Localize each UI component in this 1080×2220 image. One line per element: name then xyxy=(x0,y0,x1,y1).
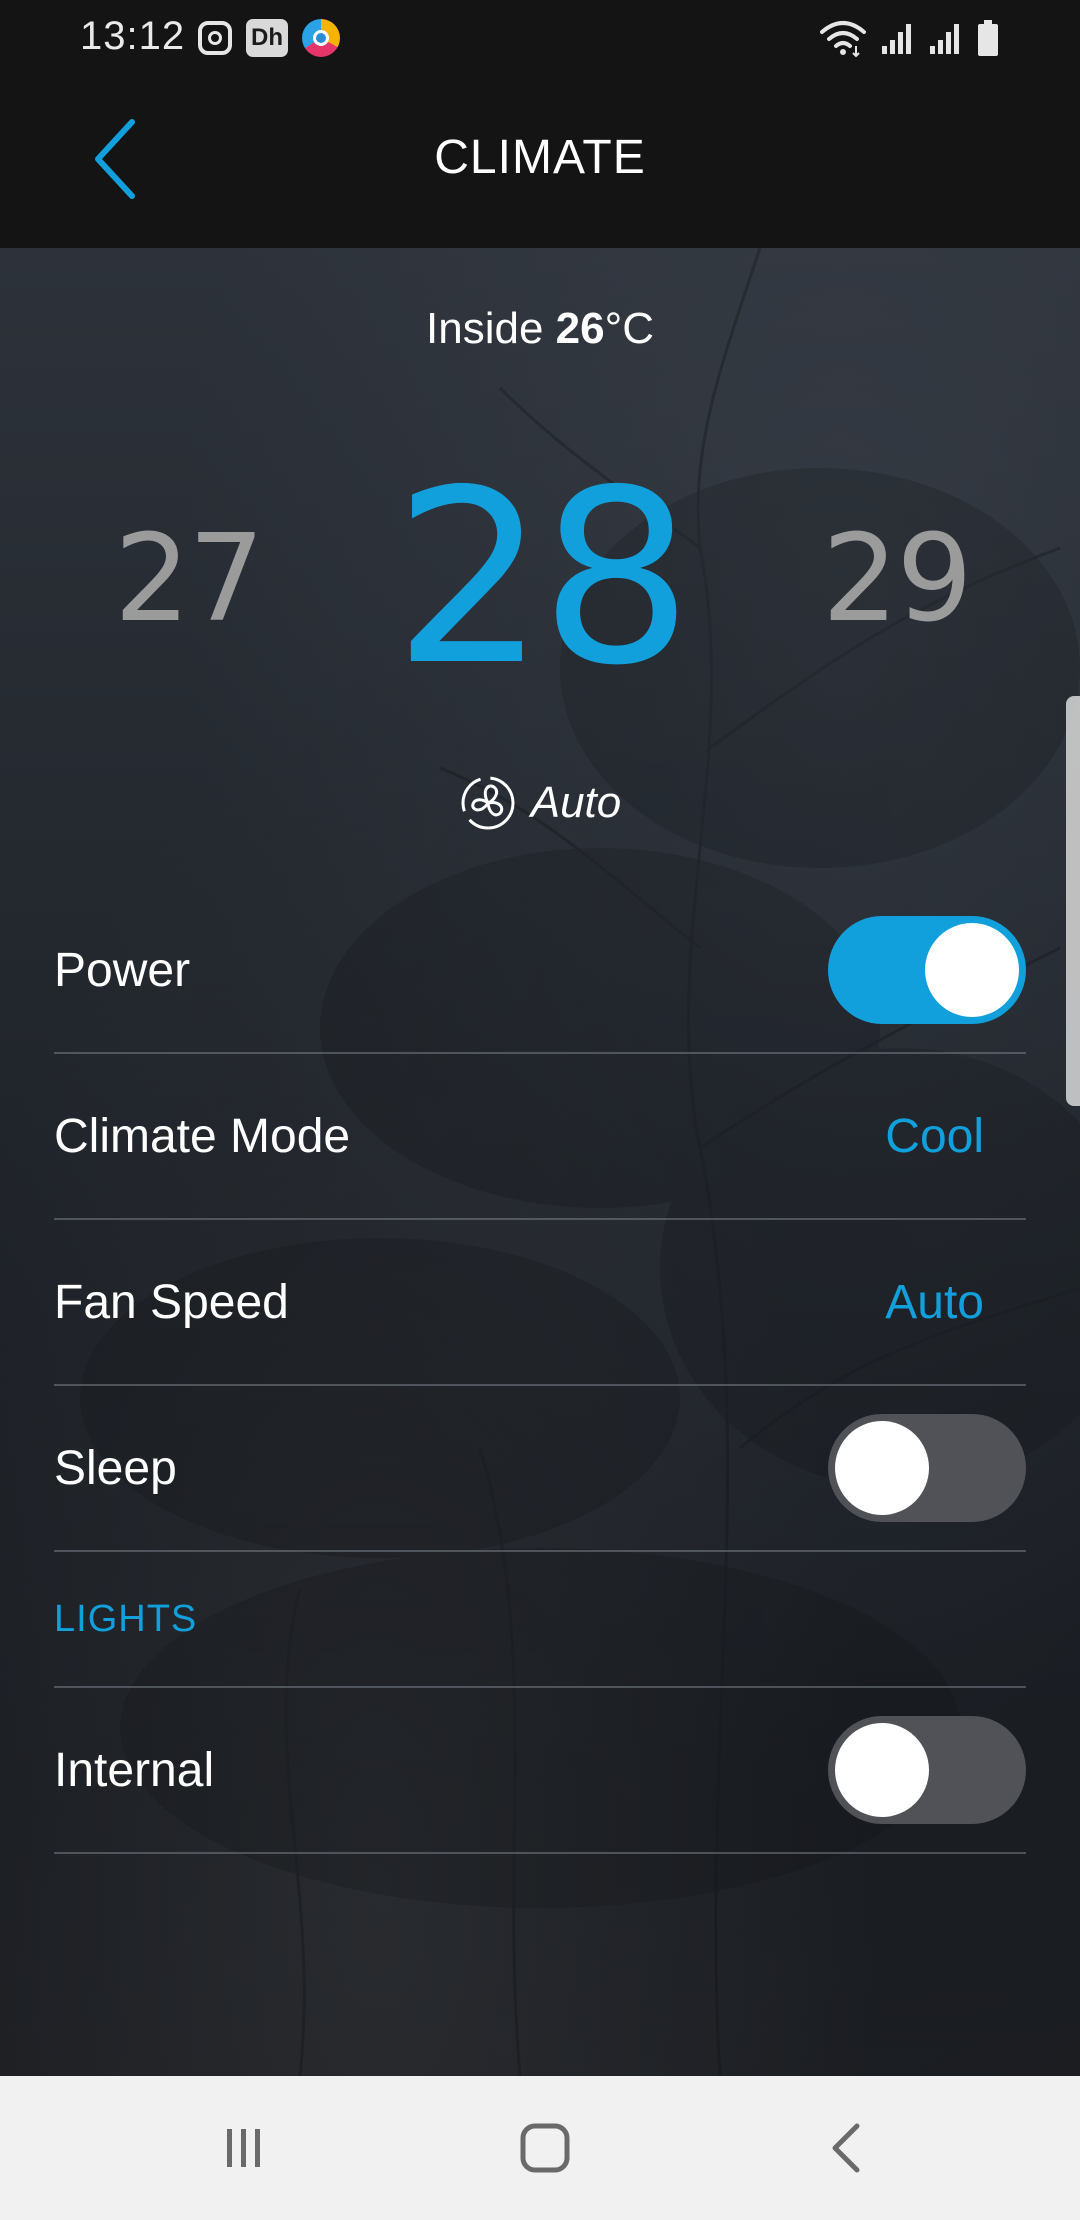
screen: 13:12 Dh CLIMATE Inside 26°C 27 28 29 Au… xyxy=(0,0,1080,2220)
wifi-icon xyxy=(820,21,866,58)
climate-mode-label: Climate Mode xyxy=(54,1109,351,1163)
toggle-knob xyxy=(835,1421,929,1515)
fan-speed-value[interactable]: Auto xyxy=(885,1275,984,1330)
system-nav-bar xyxy=(0,2076,1080,2220)
sleep-row: Sleep xyxy=(54,1386,1026,1552)
power-toggle[interactable] xyxy=(828,916,1026,1024)
internal-light-row: Internal xyxy=(54,1688,1026,1854)
instagram-icon xyxy=(198,21,232,55)
cell-signal-icon xyxy=(930,24,959,54)
battery-icon xyxy=(978,20,998,56)
dh-app-icon: Dh xyxy=(246,19,288,57)
internal-light-toggle[interactable] xyxy=(828,1716,1026,1824)
settings-list: Power Climate Mode Cool Fan Speed Auto S… xyxy=(54,888,1026,1854)
inside-label: Inside xyxy=(426,304,544,353)
sleep-toggle[interactable] xyxy=(828,1414,1026,1522)
lights-section-header: LIGHTS xyxy=(54,1552,1026,1688)
toggle-knob xyxy=(835,1723,929,1817)
sleep-label: Sleep xyxy=(54,1441,177,1495)
fan-speed-row[interactable]: Fan Speed Auto xyxy=(54,1220,1026,1386)
back-icon xyxy=(832,2123,860,2173)
notification-icons: Dh xyxy=(198,16,340,60)
climate-mode-row[interactable]: Climate Mode Cool xyxy=(54,1054,1026,1220)
fan-status-label: Auto xyxy=(530,778,622,827)
inside-value: 26 xyxy=(555,304,605,353)
recents-button[interactable] xyxy=(184,2106,304,2190)
temp-option-higher[interactable]: 29 xyxy=(822,510,973,649)
inside-unit: °C xyxy=(604,304,654,353)
browser-app-icon xyxy=(302,19,340,57)
app-header: CLIMATE xyxy=(0,76,1080,248)
climate-panel: Inside 26°C 27 28 29 Auto Power Climate … xyxy=(0,248,1080,2076)
status-bar: 13:12 Dh xyxy=(0,0,1080,76)
fan-icon xyxy=(461,776,515,830)
recents-icon xyxy=(227,2129,260,2167)
home-icon xyxy=(520,2123,570,2173)
fan-status: Auto xyxy=(0,774,1080,832)
page-title: CLIMATE xyxy=(434,131,646,184)
power-label: Power xyxy=(54,943,191,997)
system-back-button[interactable] xyxy=(788,2106,908,2190)
toggle-knob xyxy=(925,923,1019,1017)
system-icons xyxy=(818,14,1000,62)
internal-light-label: Internal xyxy=(54,1743,215,1797)
cell-signal-icon xyxy=(882,24,911,54)
inside-temperature: Inside 26°C xyxy=(0,304,1080,354)
power-row: Power xyxy=(54,888,1026,1054)
climate-mode-value[interactable]: Cool xyxy=(885,1109,984,1164)
status-time: 13:12 xyxy=(80,14,186,58)
dh-app-label: Dh xyxy=(251,24,283,51)
home-button[interactable] xyxy=(485,2106,605,2190)
fan-speed-label: Fan Speed xyxy=(54,1275,289,1329)
scrollbar[interactable] xyxy=(1066,696,1080,1106)
